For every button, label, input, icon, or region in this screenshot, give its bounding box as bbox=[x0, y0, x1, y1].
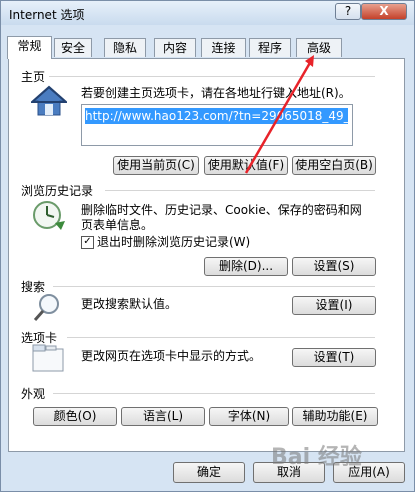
tab-security[interactable]: 安全 bbox=[54, 38, 92, 57]
divider bbox=[53, 393, 375, 394]
use-current-button[interactable]: 使用当前页(C) bbox=[113, 156, 199, 175]
window-title: Internet 选项 bbox=[9, 8, 85, 22]
baidu-jingyan-watermark: Bai 经验 bbox=[271, 445, 362, 470]
home-section-title: 主页 bbox=[21, 70, 46, 84]
divider bbox=[49, 76, 375, 77]
divider bbox=[105, 190, 375, 191]
tab-connections[interactable]: 连接 bbox=[201, 38, 246, 57]
home-page-url-text: http://www.hao123.com/?tn=29065018_49_ha… bbox=[85, 108, 348, 124]
tab-privacy[interactable]: 隐私 bbox=[104, 38, 146, 57]
delete-history-button[interactable]: 删除(D)... bbox=[204, 257, 288, 276]
ok-button[interactable]: 确定 bbox=[173, 462, 245, 483]
search-description: 更改搜索默认值。 bbox=[81, 297, 178, 311]
history-settings-button[interactable]: 设置(S) bbox=[292, 257, 376, 276]
delete-on-exit-label: 退出时删除浏览历史记录(W) bbox=[97, 235, 251, 249]
home-description: 若要创建主页选项卡，请在各地址行键入地址(R)。 bbox=[81, 86, 351, 100]
close-button[interactable]: X bbox=[361, 3, 407, 20]
history-description: 删除临时文件、历史记录、Cookie、保存的密码和网页表单信息。 bbox=[81, 203, 362, 232]
history-clock-icon bbox=[33, 201, 65, 230]
delete-on-exit-checkbox[interactable]: ✓ bbox=[81, 236, 94, 249]
title-bar: Internet 选项 ? X bbox=[1, 1, 414, 25]
divider bbox=[67, 337, 375, 338]
languages-button[interactable]: 语言(L) bbox=[121, 407, 205, 426]
use-blank-button[interactable]: 使用空白页(B) bbox=[292, 156, 376, 175]
accessibility-button[interactable]: 辅助功能(E) bbox=[292, 407, 378, 426]
fonts-button[interactable]: 字体(N) bbox=[209, 407, 289, 426]
appearance-section-title: 外观 bbox=[21, 387, 46, 401]
help-button[interactable]: ? bbox=[335, 3, 361, 20]
history-section-title: 浏览历史记录 bbox=[21, 184, 94, 198]
divider bbox=[53, 286, 375, 287]
search-magnifier-icon bbox=[33, 294, 59, 321]
tabs-description: 更改网页在选项卡中显示的方式。 bbox=[81, 349, 262, 363]
tab-content[interactable]: 内容 bbox=[154, 38, 196, 57]
home-icon bbox=[31, 85, 67, 116]
tab-general[interactable]: 常规 bbox=[7, 36, 52, 59]
use-default-button[interactable]: 使用默认值(F) bbox=[204, 156, 288, 175]
tab-programs[interactable]: 程序 bbox=[249, 38, 291, 57]
internet-options-window: Internet 选项 ? X 常规 安全 隐私 内容 连接 程序 高级 主页 … bbox=[0, 0, 415, 492]
colors-button[interactable]: 颜色(O) bbox=[33, 407, 117, 426]
tabs-settings-button[interactable]: 设置(T) bbox=[292, 348, 376, 367]
search-settings-button[interactable]: 设置(I) bbox=[292, 296, 376, 315]
tabs-window-icon bbox=[32, 344, 64, 372]
tab-advanced[interactable]: 高级 bbox=[296, 38, 342, 57]
home-page-url-field[interactable]: http://www.hao123.com/?tn=29065018_49_ha… bbox=[81, 104, 353, 146]
